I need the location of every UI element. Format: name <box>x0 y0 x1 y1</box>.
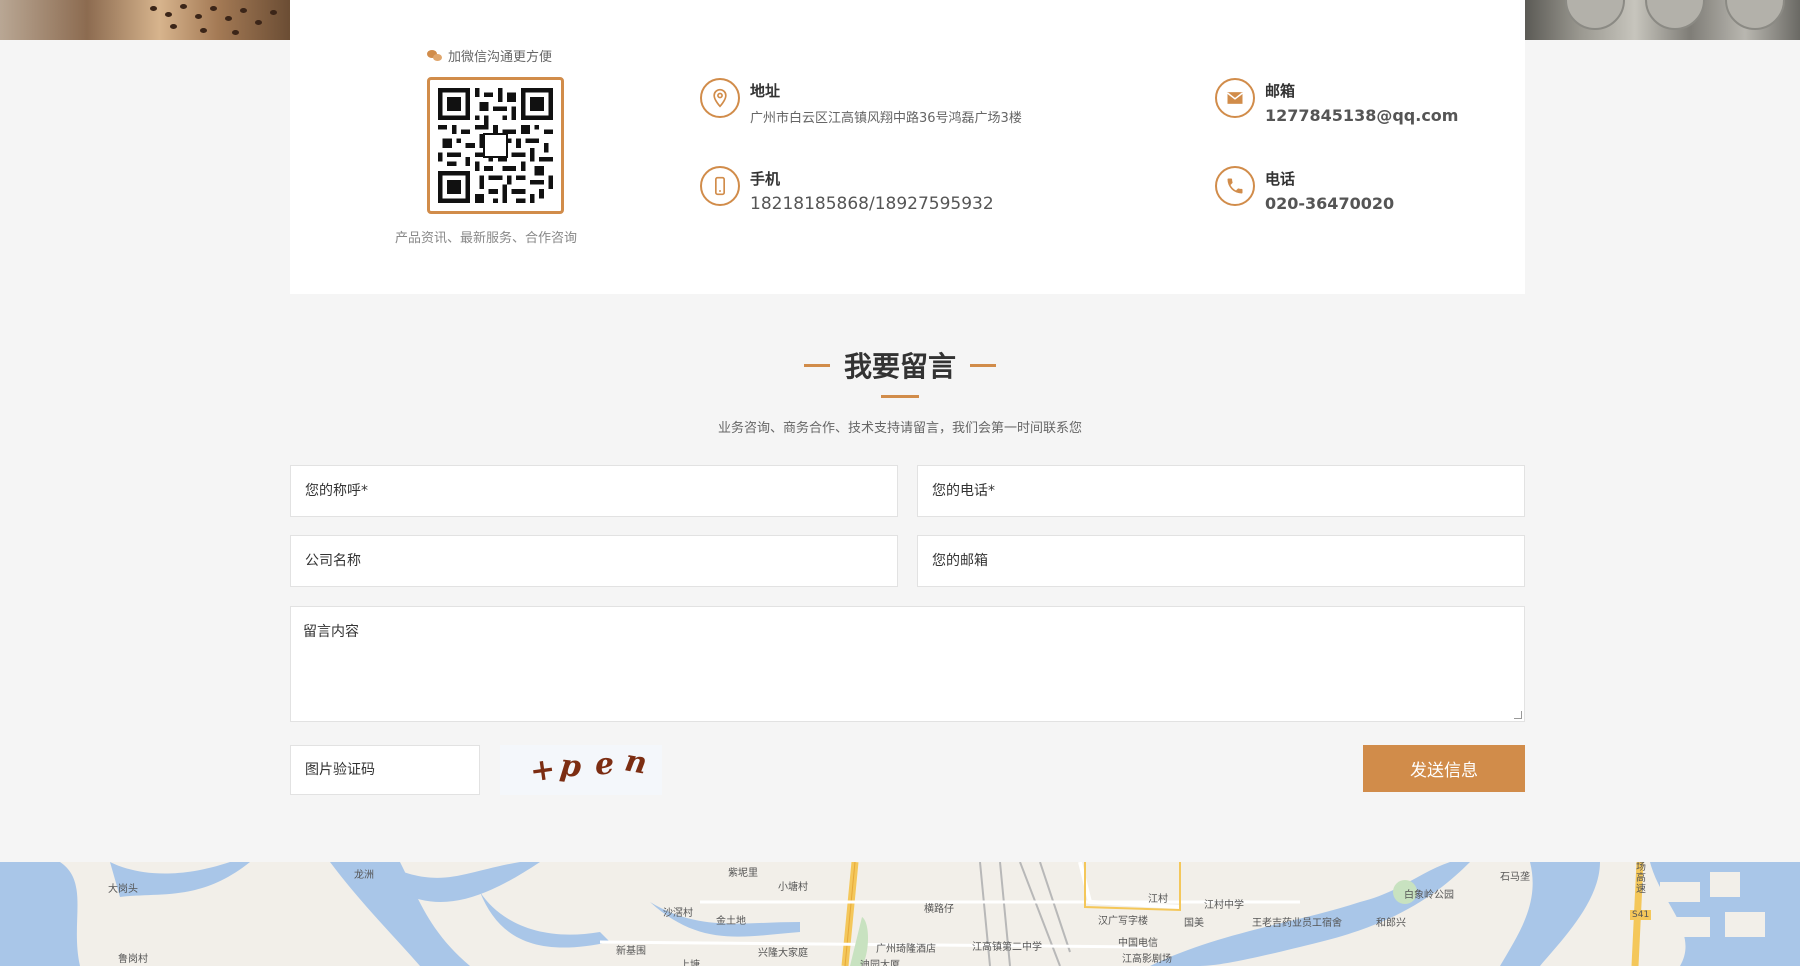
location-icon <box>700 78 740 118</box>
name-input[interactable] <box>291 466 897 516</box>
map-place: 紫坭里 <box>728 868 758 879</box>
wechat-subtitle: 产品资讯、最新服务、合作咨询 <box>395 231 578 246</box>
captcha-char: n <box>622 743 650 782</box>
mobile-phone-icon <box>700 166 740 206</box>
content-textarea[interactable] <box>291 607 1524 721</box>
company-input[interactable] <box>291 536 897 586</box>
email-value: 1277845138@qq.com <box>1265 106 1459 125</box>
map-place: 王老吉药业员工宿舍 <box>1252 918 1342 929</box>
email-block: 邮箱 1277845138@qq.com <box>1215 78 1458 125</box>
phone-block: 电话 020-36470020 <box>1215 166 1394 213</box>
map-place: 金土地 <box>716 916 746 927</box>
captcha-field-wrapper <box>290 745 480 795</box>
banner-photo-right <box>1525 0 1800 40</box>
captcha-input[interactable] <box>291 746 479 794</box>
heading-underline <box>881 395 919 398</box>
map-place: 江高影剧场 <box>1122 954 1172 965</box>
map-place: 小塘村 <box>778 882 808 893</box>
map-place: 白象岭公园 <box>1404 890 1454 901</box>
phone-input[interactable] <box>918 466 1524 516</box>
address-label: 地址 <box>750 82 781 100</box>
company-field-wrapper <box>290 535 898 587</box>
captcha-image[interactable]: + p e n <box>500 743 662 795</box>
map-place: 迪园大厦 <box>860 960 900 966</box>
phone-label: 电话 <box>1265 170 1296 188</box>
wechat-qr-code <box>427 77 564 214</box>
map-place: 大岗头 <box>108 884 138 895</box>
contact-card: 加微信沟通更方便 产品资讯、最新服务、合作咨询 地址 广州市白云区江高镇风翔中路… <box>290 0 1525 294</box>
name-field-wrapper <box>290 465 898 517</box>
map-place: 江村中学 <box>1204 900 1244 911</box>
address-value: 广州市白云区江高镇风翔中路36号鸿磊广场3楼 <box>750 111 1022 126</box>
wechat-title-text: 加微信沟通更方便 <box>448 50 553 65</box>
map-place: 鲁岗村 <box>118 954 148 965</box>
send-message-button[interactable]: 发送信息 <box>1363 745 1525 792</box>
message-heading: 我要留言 <box>0 345 1800 398</box>
heading-left-bar <box>803 363 830 367</box>
email-input[interactable] <box>918 536 1524 586</box>
map-place: 广州琦隆酒店 <box>876 944 936 955</box>
resize-grip-icon[interactable] <box>1514 711 1522 719</box>
map-place: 兴隆大家庭 <box>758 948 808 959</box>
captcha-char: e <box>593 746 616 783</box>
email-field-wrapper <box>917 535 1525 587</box>
qr-code-image <box>438 88 553 203</box>
email-label: 邮箱 <box>1265 82 1296 100</box>
phone-field-wrapper <box>917 465 1525 517</box>
phone-value: 020-36470020 <box>1265 194 1395 213</box>
map-place: 国美 <box>1184 918 1204 929</box>
map-place: 上塘 <box>680 960 700 966</box>
banner-photo-left <box>0 0 290 40</box>
captcha-char: p <box>558 747 583 786</box>
map-place: 沙滘村 <box>663 908 693 919</box>
map-place: 石马垄 <box>1500 872 1530 883</box>
map-place: 江高镇第二中学 <box>972 942 1042 953</box>
mobile-block: 手机 18218185868/18927595932 <box>700 166 994 214</box>
message-subtitle: 业务咨询、商务合作、技术支持请留言，我们会第一时间联系您 <box>717 421 1082 436</box>
captcha-char: + <box>527 751 558 790</box>
map-place: 汉广写字楼 <box>1098 916 1148 927</box>
map-place: 江村 <box>1148 894 1168 905</box>
mobile-value: 18218185868/18927595932 <box>750 194 994 214</box>
content-field-wrapper <box>290 606 1525 722</box>
mobile-label: 手机 <box>750 170 781 188</box>
wechat-icon <box>427 49 443 62</box>
map-place: 中国电信 <box>1118 938 1158 949</box>
map-place: 和郎兴 <box>1376 918 1406 929</box>
address-block: 地址 广州市白云区江高镇风翔中路36号鸿磊广场3楼 <box>700 78 1022 126</box>
wechat-title: 加微信沟通更方便 <box>427 46 552 65</box>
location-map[interactable]: 大岗头 龙洲 鲁岗村 紫坭里 小塘村 沙滘村 金土地 新基围 上塘 兴隆大家庭 … <box>0 862 1800 966</box>
map-road-badge: S41 <box>1630 910 1652 920</box>
message-title: 我要留言 <box>843 350 956 383</box>
map-place: 新基围 <box>616 946 646 957</box>
envelope-icon <box>1215 78 1255 118</box>
telephone-icon <box>1215 166 1255 206</box>
map-place: 龙洲 <box>354 870 374 881</box>
map-place: 横路仔 <box>924 904 954 915</box>
heading-right-bar <box>970 363 996 367</box>
map-place: 场高速 <box>1636 862 1646 895</box>
